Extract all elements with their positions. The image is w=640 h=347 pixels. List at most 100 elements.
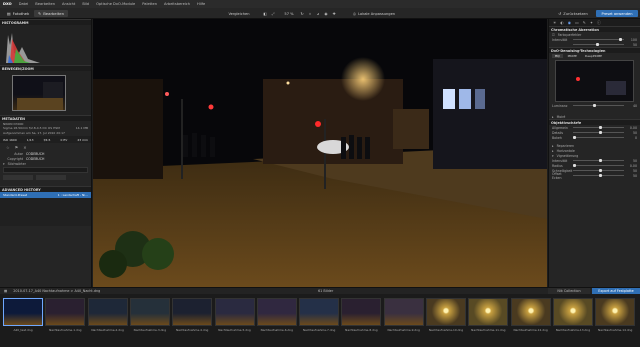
- menu-item[interactable]: Paletten: [142, 2, 157, 6]
- tab-photothek[interactable]: ▤ Fotothek: [3, 10, 33, 17]
- sharpen-slider[interactable]: [573, 130, 624, 135]
- ca-slider-knob[interactable]: [618, 37, 622, 42]
- sharpen-slider[interactable]: [573, 135, 624, 140]
- repair-icon[interactable]: ✚: [331, 10, 337, 17]
- reject-icon[interactable]: ✕: [23, 145, 26, 150]
- filmstrip-thumb[interactable]: Nachtaufnahme-14.dng: [595, 298, 636, 338]
- detail-icon[interactable]: ◉: [568, 20, 571, 25]
- horizon-icon[interactable]: ⊿: [315, 10, 321, 17]
- author-label: Autor: [14, 151, 23, 156]
- tab-bearbeiten[interactable]: ✎ Bearbeiten: [34, 10, 69, 17]
- dist-slider[interactable]: [573, 173, 624, 178]
- rotate-icon[interactable]: ↻: [299, 10, 305, 17]
- filmstrip-thumb[interactable]: Nachtaufnahme-3.dng: [129, 298, 170, 338]
- denoise-mode-deepprime[interactable]: DeepPRIME: [582, 54, 605, 58]
- keywords-field[interactable]: [3, 167, 88, 174]
- flag-icon[interactable]: ⚑: [15, 145, 19, 150]
- ca-size-value[interactable]: 50: [627, 43, 637, 47]
- redeye-icon[interactable]: ◉: [323, 10, 329, 17]
- thumb-caption: Nachtaufnahme-10.dng: [428, 328, 464, 332]
- effects-icon[interactable]: ✦: [590, 20, 593, 25]
- sharpen-knob[interactable]: [598, 130, 602, 135]
- ca-size-slider[interactable]: [573, 42, 624, 47]
- menu-item[interactable]: Datei: [19, 2, 29, 6]
- menu-item[interactable]: Arbeitsbereich: [164, 2, 190, 6]
- filmstrip-thumb[interactable]: Nachtaufnahme-9.dng: [383, 298, 424, 338]
- luminance-knob[interactable]: [593, 103, 597, 108]
- sharpen-value[interactable]: 0: [627, 136, 637, 140]
- local-adjustments-button[interactable]: ◎ Lokale Anpassungen: [348, 10, 400, 17]
- fit-icon[interactable]: ⤢: [270, 10, 276, 17]
- filmstrip-thumb[interactable]: Nachtaufnahme-11.dng: [468, 298, 509, 338]
- dist-knob[interactable]: [598, 173, 602, 178]
- dist-value[interactable]: 0.00: [627, 164, 637, 168]
- keywords-row[interactable]: ▾ Stichwörter: [0, 161, 91, 166]
- thumb-image: [214, 298, 255, 326]
- menu-item[interactable]: Bild: [82, 2, 89, 6]
- denoise-mode-hq[interactable]: HQ: [552, 54, 563, 58]
- ca-size-knob[interactable]: [595, 42, 599, 47]
- apply-preset-button[interactable]: Preset anwenden: [596, 10, 638, 17]
- keyword-add-button[interactable]: [3, 175, 33, 181]
- dist-value[interactable]: 50: [627, 159, 637, 163]
- compare-button[interactable]: Vergleichen: [219, 10, 259, 17]
- menu-item[interactable]: Bearbeiten: [35, 2, 55, 6]
- grid-icon[interactable]: ▦: [4, 289, 7, 293]
- sharpen-slider[interactable]: [573, 125, 624, 130]
- sharpen-value[interactable]: 0.00: [627, 126, 637, 130]
- thumb-image: [383, 298, 424, 326]
- sharpen-knob[interactable]: [573, 135, 576, 140]
- filmstrip-thumb[interactable]: Nachtaufnahme-2.dng: [87, 298, 128, 338]
- ca-intensity-value[interactable]: 100: [627, 38, 637, 42]
- dist-knob[interactable]: [598, 158, 602, 163]
- filmstrip-path[interactable]: 2010-07-17_A40 Nachtaufnahme > A40_Nacht…: [13, 289, 213, 293]
- color-icon[interactable]: ◐: [560, 20, 563, 25]
- menu-item[interactable]: Hilfe: [197, 2, 205, 6]
- checkbox-icon[interactable]: ☑: [552, 33, 555, 37]
- filmstrip-thumb[interactable]: Nachtaufnahme-5.dng: [214, 298, 255, 338]
- keyword-remove-button[interactable]: [36, 175, 66, 181]
- exif-row: ISO 1600 1/13 f/4.5 0 EV 23 mm: [0, 136, 91, 144]
- sharpen-value[interactable]: 50: [627, 131, 637, 135]
- meta-icon[interactable]: ⓘ: [597, 20, 601, 26]
- ca-intensity-slider[interactable]: [573, 37, 624, 42]
- zoom-level[interactable]: 57 %: [283, 10, 295, 17]
- crop-icon[interactable]: ⌗: [307, 10, 313, 17]
- filmstrip-thumb[interactable]: Nachtaufnahme-4.dng: [172, 298, 213, 338]
- copyright-value[interactable]: CODEBUCH: [26, 157, 44, 161]
- chevron-down-icon: ▸: [552, 143, 554, 148]
- light-icon[interactable]: ☀: [553, 20, 556, 25]
- dist-value[interactable]: 50: [627, 169, 637, 173]
- luminance-slider[interactable]: [573, 103, 624, 108]
- chevron-down-icon: ▸: [552, 114, 554, 119]
- dist-knob[interactable]: [598, 168, 602, 173]
- luminance-value[interactable]: 40: [627, 104, 637, 108]
- filmstrip-thumb[interactable]: Nachtaufnahme-8.dng: [341, 298, 382, 338]
- filmstrip-thumb[interactable]: Nachtaufnahme-7.dng: [299, 298, 340, 338]
- filmstrip-thumb[interactable]: Nachtaufnahme-13.dng: [552, 298, 593, 338]
- filmstrip-thumb[interactable]: Nachtaufnahme-1.dng: [45, 298, 86, 338]
- filmstrip-thumb[interactable]: Nachtaufnahme-6.dng: [256, 298, 297, 338]
- dist-value[interactable]: 50: [627, 174, 637, 178]
- filmstrip-thumb[interactable]: A40_test.dng: [3, 298, 43, 338]
- filmstrip-thumb[interactable]: Nachtaufnahme-10.dng: [426, 298, 466, 338]
- author-value[interactable]: CODEBUCH: [26, 152, 44, 156]
- filmstrip-thumb[interactable]: Nachtaufnahme-12.dng: [510, 298, 551, 338]
- menu-item[interactable]: Ansicht: [62, 2, 75, 6]
- navigator-thumbnail[interactable]: [12, 75, 66, 111]
- geometry-icon[interactable]: ▭: [575, 20, 579, 25]
- local-icon[interactable]: ✎: [583, 20, 586, 25]
- dist-slider[interactable]: [573, 158, 624, 163]
- denoise-preview[interactable]: [555, 60, 634, 102]
- menu-item[interactable]: Optische DxO-Module: [96, 2, 135, 6]
- dist-knob[interactable]: [573, 163, 576, 168]
- star-icon[interactable]: ☆: [6, 145, 10, 150]
- split-icon[interactable]: ◧: [262, 10, 268, 17]
- thumb-caption: A40_test.dng: [13, 328, 33, 332]
- dist-slider[interactable]: [573, 163, 624, 168]
- reset-button[interactable]: ↺ Zurücksetzen: [552, 10, 594, 17]
- sharpen-knob[interactable]: [598, 125, 602, 130]
- image-viewer[interactable]: [93, 19, 547, 287]
- denoise-mode-prime[interactable]: PRIME: [565, 54, 580, 58]
- dist-slider[interactable]: [573, 168, 624, 173]
